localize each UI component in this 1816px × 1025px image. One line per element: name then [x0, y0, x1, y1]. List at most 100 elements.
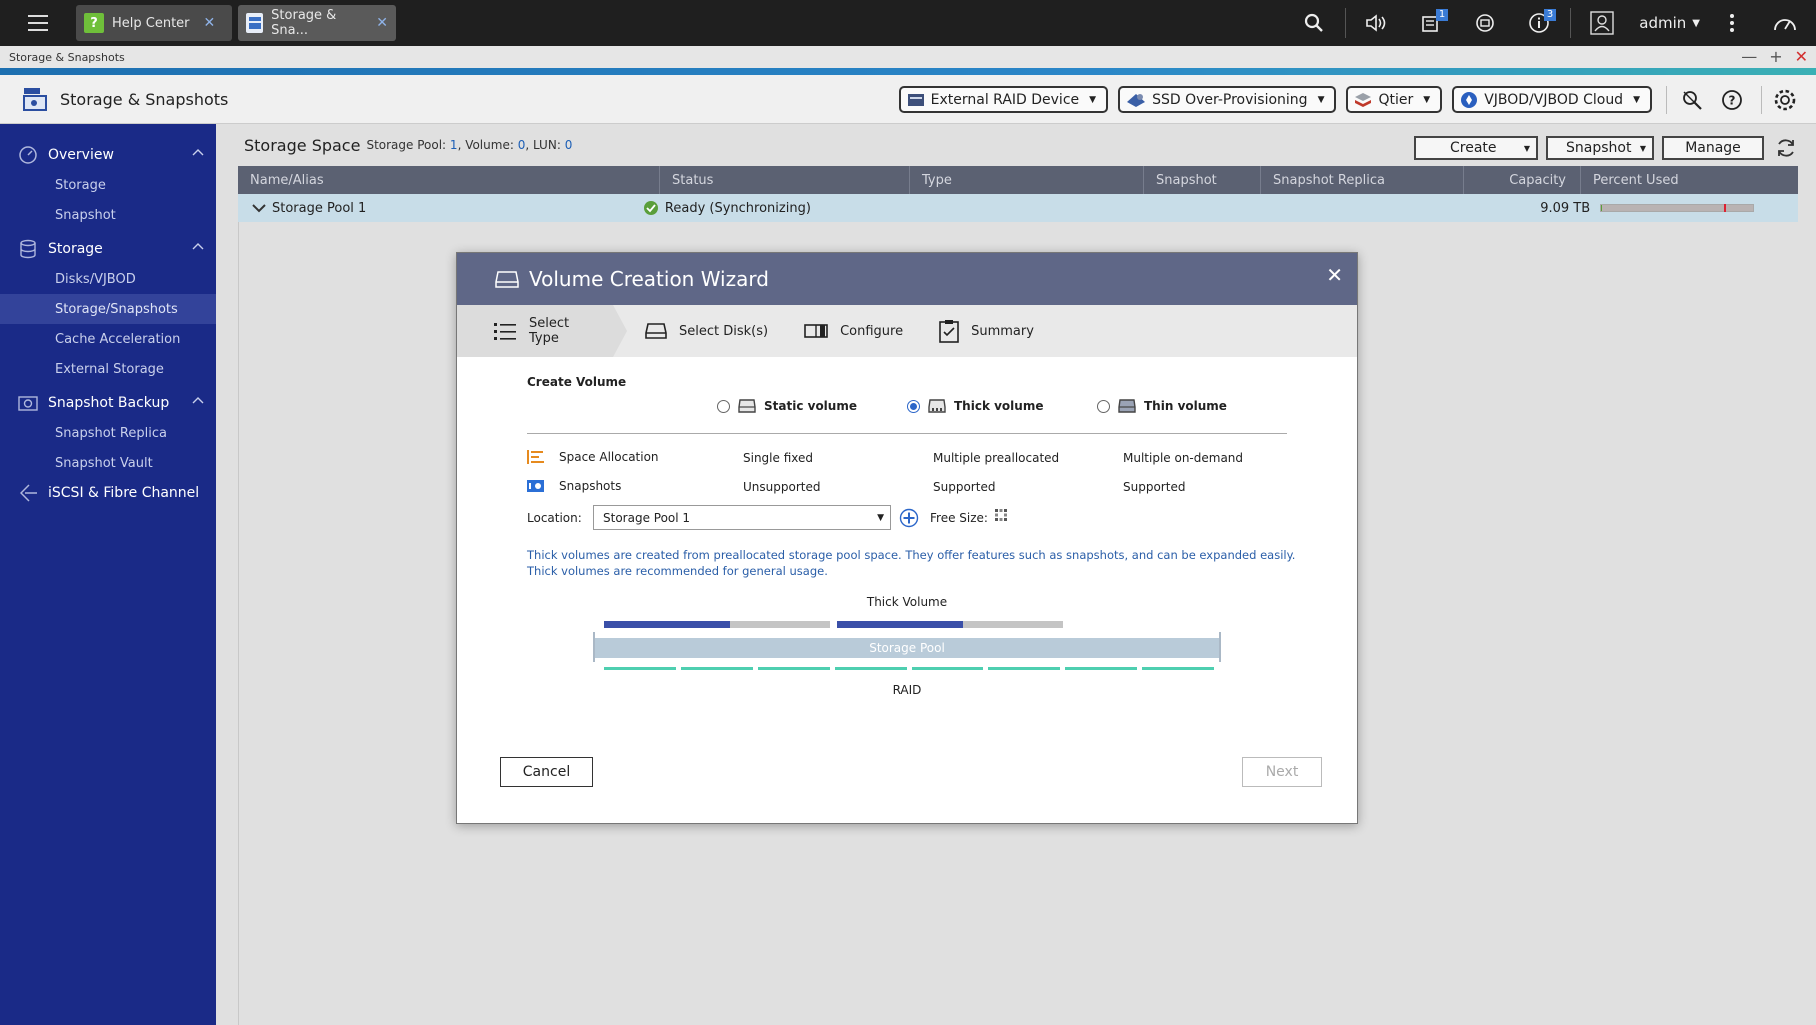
diagnostics-button[interactable] — [1675, 83, 1709, 117]
radio-thin[interactable] — [1097, 399, 1110, 413]
col-snapshot[interactable]: Snapshot — [1144, 166, 1261, 194]
caret-down-icon: ▼ — [1692, 17, 1700, 29]
background-tasks-button[interactable]: 1 — [1404, 0, 1458, 46]
qtier-button[interactable]: Qtier ▼ — [1346, 86, 1443, 113]
col-capacity[interactable]: Capacity — [1464, 166, 1581, 194]
search-tools-icon — [1683, 90, 1702, 110]
volume-button[interactable] — [1350, 0, 1404, 46]
group-label: Snapshot Backup — [48, 395, 170, 411]
sidebar-item-cache-acceleration[interactable]: Cache Acceleration — [0, 324, 216, 354]
radio-thick[interactable] — [907, 399, 920, 413]
threshold-marker — [1724, 204, 1727, 212]
sidebar-item-snapshot-overview[interactable]: Snapshot — [0, 200, 216, 230]
user-menu[interactable]: admin ▼ — [1629, 14, 1710, 32]
snapshot-button[interactable]: Snapshot ▼ — [1546, 136, 1654, 160]
volume-icon — [738, 399, 756, 413]
main-menu-button[interactable] — [0, 0, 76, 46]
add-pool-button[interactable] — [899, 508, 919, 528]
dashboard-button[interactable] — [1754, 0, 1816, 46]
close-icon[interactable]: ✕ — [204, 15, 216, 31]
raid-disk — [757, 667, 830, 670]
tool-label: Qtier — [1378, 91, 1414, 108]
thick-volume-icon — [928, 399, 946, 413]
manage-button[interactable]: Manage — [1662, 136, 1764, 160]
col-status[interactable]: Status — [660, 166, 910, 194]
tab-label: Storage & Sna... — [271, 8, 337, 38]
sidebar-item-external-storage[interactable]: External Storage — [0, 354, 216, 384]
sidebar-group-iscsi[interactable]: iSCSI & Fibre Channel — [0, 478, 216, 508]
location-select[interactable]: Storage Pool 1 ▼ — [593, 505, 891, 530]
dashboard-icon — [18, 145, 38, 165]
search-icon — [1305, 13, 1324, 32]
sidebar-item-storage-snapshots[interactable]: Storage/Snapshots — [0, 294, 216, 324]
storage-app-icon — [246, 13, 264, 33]
search-button[interactable] — [1287, 0, 1341, 46]
table-header: Name/Alias Status Type Snapshot Snapshot… — [238, 166, 1798, 194]
sidebar-item-disks-vjbod[interactable]: Disks/VJBOD — [0, 264, 216, 294]
option-static-volume[interactable]: Static volume — [717, 399, 857, 413]
sidebar-item-snapshot-replica[interactable]: Snapshot Replica — [0, 418, 216, 448]
ssd-over-provisioning-button[interactable]: SSD Over-Provisioning ▼ — [1118, 86, 1337, 113]
radio-static[interactable] — [717, 399, 730, 413]
gauge-icon — [1774, 19, 1796, 31]
refresh-button[interactable] — [1772, 134, 1800, 162]
help-button[interactable]: ? — [1715, 83, 1749, 117]
more-options-button[interactable] — [1710, 0, 1754, 46]
divider — [1345, 8, 1347, 38]
sidebar-group-storage[interactable]: Storage — [0, 234, 216, 264]
next-button[interactable]: Next — [1242, 757, 1322, 787]
feature-label: Space Allocation — [559, 450, 659, 464]
caret-down-icon: ▼ — [1423, 94, 1431, 105]
create-button[interactable]: Create ▼ — [1414, 136, 1538, 160]
refresh-icon — [1778, 139, 1794, 157]
cancel-button[interactable]: Cancel — [500, 757, 593, 787]
pool-capacity: 9.09 TB — [1540, 200, 1591, 216]
option-thin-volume[interactable]: Thin volume — [1097, 399, 1227, 413]
thick-volume-diagram: Thick Volume Storage Pool RAID — [457, 587, 1357, 737]
sidebar: Overview Storage Snapshot Storage Disks/… — [0, 124, 216, 1025]
external-devices-button[interactable] — [1458, 0, 1512, 46]
event-notifications-button[interactable]: 3 — [1512, 0, 1566, 46]
close-icon[interactable]: ✕ — [1326, 263, 1343, 287]
tab-help-center[interactable]: ? Help Center ✕ — [76, 5, 232, 41]
speaker-icon — [1366, 14, 1386, 32]
user-avatar-button[interactable] — [1575, 0, 1629, 46]
table-row[interactable]: Storage Pool 1 Ready (Synchronizing) 9.0… — [238, 194, 1798, 222]
tab-storage-snapshots[interactable]: Storage & Sna... ✕ — [238, 5, 396, 41]
col-type[interactable]: Type — [910, 166, 1144, 194]
close-window-icon[interactable]: ✕ — [1795, 47, 1808, 66]
step-select-type: Select Type — [457, 305, 627, 357]
app-title-text: Storage & Snapshots — [60, 89, 229, 109]
static-allocation: Single fixed — [743, 451, 813, 465]
sidebar-group-snapshot-backup[interactable]: Snapshot Backup — [0, 388, 216, 418]
pool-name: Storage Pool 1 — [272, 200, 367, 216]
external-raid-device-button[interactable]: External RAID Device ▼ — [898, 86, 1109, 113]
feature-snapshots: Snapshots — [527, 479, 621, 493]
dialog-header: Volume Creation Wizard ✕ — [457, 253, 1357, 305]
caret-down-icon: ▼ — [1089, 94, 1097, 105]
settings-button[interactable] — [1768, 83, 1802, 117]
step-label: Summary — [971, 323, 1034, 339]
loading-icon — [995, 509, 1007, 521]
raid-label: RAID — [892, 683, 922, 697]
divider — [1570, 8, 1572, 38]
col-name[interactable]: Name/Alias — [238, 166, 660, 194]
vjbod-cloud-button[interactable]: VJBOD/VJBOD Cloud ▼ — [1452, 86, 1652, 113]
vjbod-icon — [1460, 91, 1478, 109]
volume-label: , Volume: — [457, 138, 514, 152]
sidebar-item-snapshot-vault[interactable]: Snapshot Vault — [0, 448, 216, 478]
close-icon[interactable]: ✕ — [376, 15, 388, 31]
col-snapshot-replica[interactable]: Snapshot Replica — [1261, 166, 1464, 194]
caret-down-icon: ▼ — [1523, 143, 1530, 153]
option-thick-volume[interactable]: Thick volume — [907, 399, 1043, 413]
chevron-down-icon[interactable] — [252, 203, 266, 213]
sidebar-group-overview[interactable]: Overview — [0, 140, 216, 170]
raid-disk — [604, 667, 676, 670]
sidebar-item-storage-overview[interactable]: Storage — [0, 170, 216, 200]
maximize-icon[interactable]: + — [1769, 47, 1782, 66]
col-percent-used[interactable]: Percent Used — [1581, 166, 1798, 194]
chevron-up-icon — [192, 242, 204, 250]
minimize-icon[interactable]: — — [1741, 47, 1757, 66]
help-center-icon: ? — [84, 13, 104, 33]
volume-bar-2-fill — [837, 621, 963, 628]
